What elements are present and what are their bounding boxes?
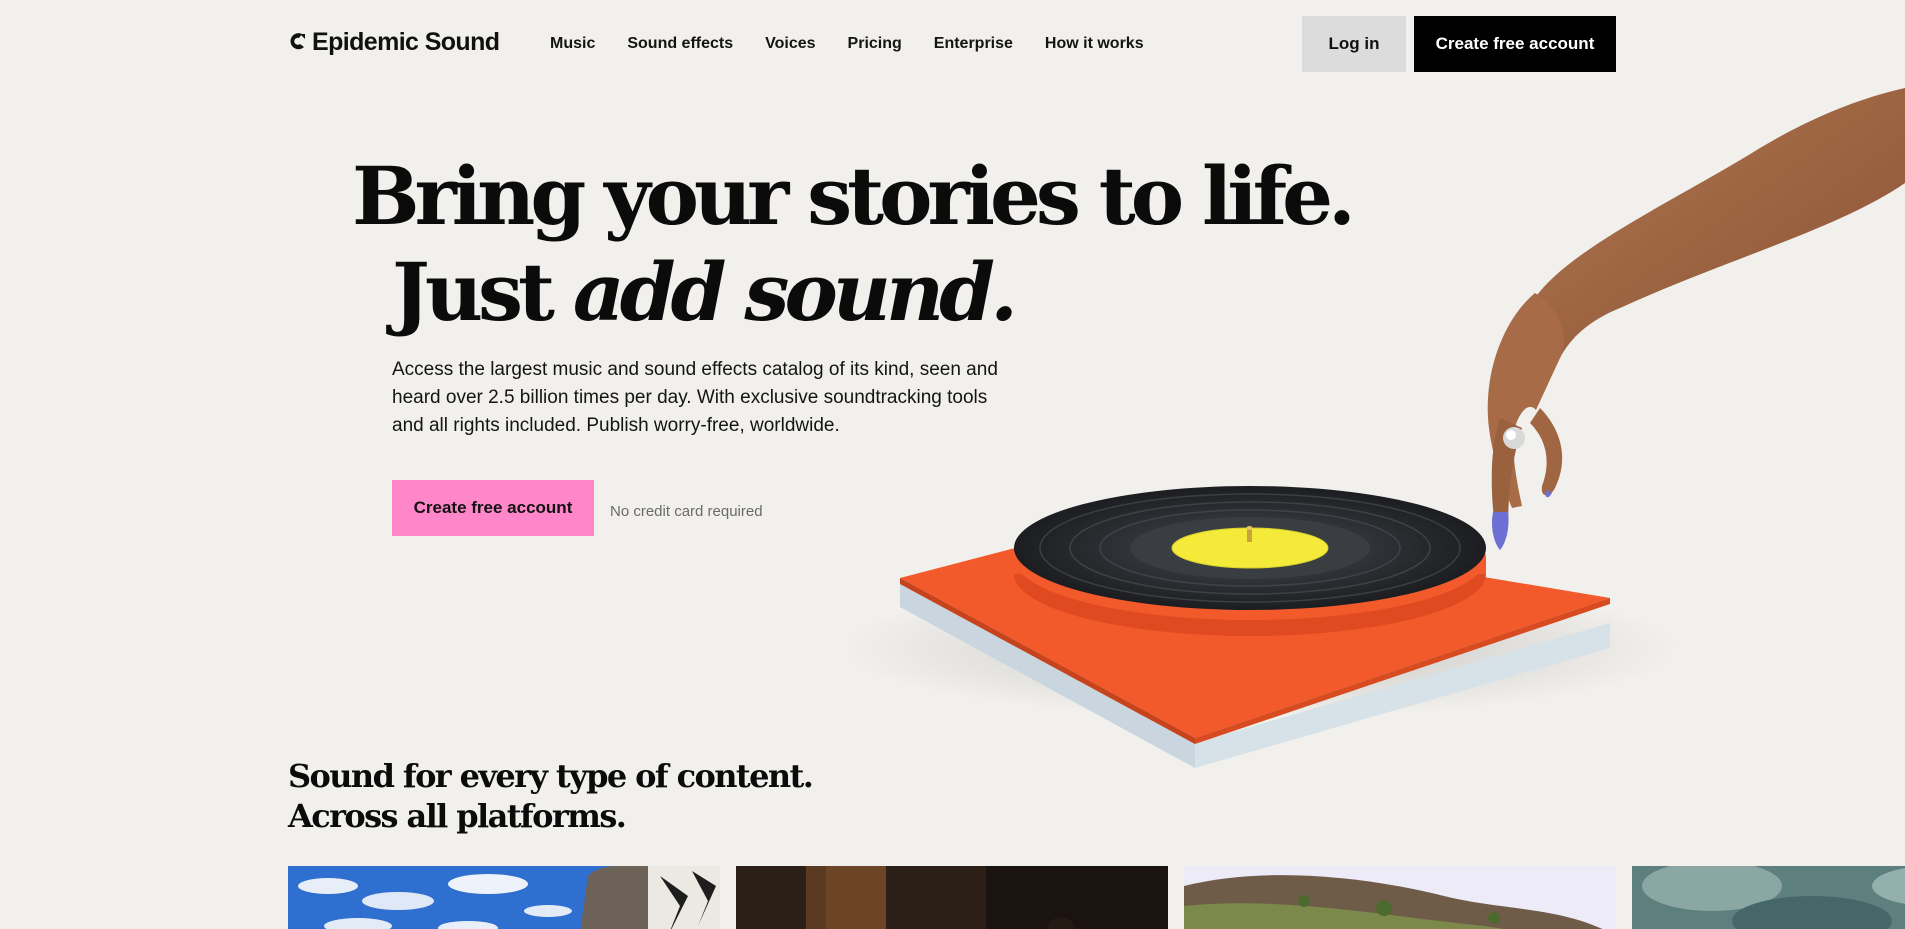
nav-item-how-it-works[interactable]: How it works — [1045, 32, 1144, 56]
section-title-line-2: Across all platforms. — [288, 797, 627, 835]
content-type-cards — [288, 866, 1905, 929]
nav-item-music[interactable]: Music — [550, 32, 595, 56]
nav-item-voices[interactable]: Voices — [765, 32, 815, 56]
content-card-image[interactable] — [1184, 866, 1616, 929]
hero-title-line-1: Bring your stories to life. — [352, 149, 1356, 243]
content-card-image[interactable] — [288, 866, 720, 929]
create-account-hero-button[interactable]: Create free account — [392, 480, 594, 536]
nav-item-sound-effects[interactable]: Sound effects — [627, 32, 733, 56]
nav-item-pricing[interactable]: Pricing — [848, 32, 902, 56]
section-title: Sound for every type of content. Across … — [288, 756, 814, 836]
create-account-header-button[interactable]: Create free account — [1414, 16, 1616, 72]
nav-item-enterprise[interactable]: Enterprise — [934, 32, 1013, 56]
section-title-line-1: Sound for every type of content. — [288, 757, 814, 795]
brand-name: Epidemic Sound — [312, 28, 500, 56]
page: Epidemic Sound Music Sound effects Voice… — [0, 0, 1905, 929]
no-credit-card-note: No credit card required — [610, 503, 763, 520]
epidemic-sound-logo-icon — [288, 30, 308, 54]
site-header: Epidemic Sound Music Sound effects Voice… — [0, 0, 1905, 88]
login-button[interactable]: Log in — [1302, 16, 1406, 72]
main-nav: Music Sound effects Voices Pricing Enter… — [550, 32, 1144, 56]
content-card-image[interactable] — [1632, 866, 1905, 929]
hero-title-line-2-italic: add sound. — [572, 245, 1018, 339]
content-card-image[interactable] — [736, 866, 1168, 929]
hero-title: Bring your stories to life. Just add sou… — [352, 148, 1356, 340]
brand-logo[interactable]: Epidemic Sound — [288, 26, 500, 58]
hero-title-line-2: Just add sound. — [352, 244, 1351, 340]
hero-description: Access the largest music and sound effec… — [392, 359, 998, 436]
hero-title-line-2-plain: Just — [392, 245, 573, 339]
